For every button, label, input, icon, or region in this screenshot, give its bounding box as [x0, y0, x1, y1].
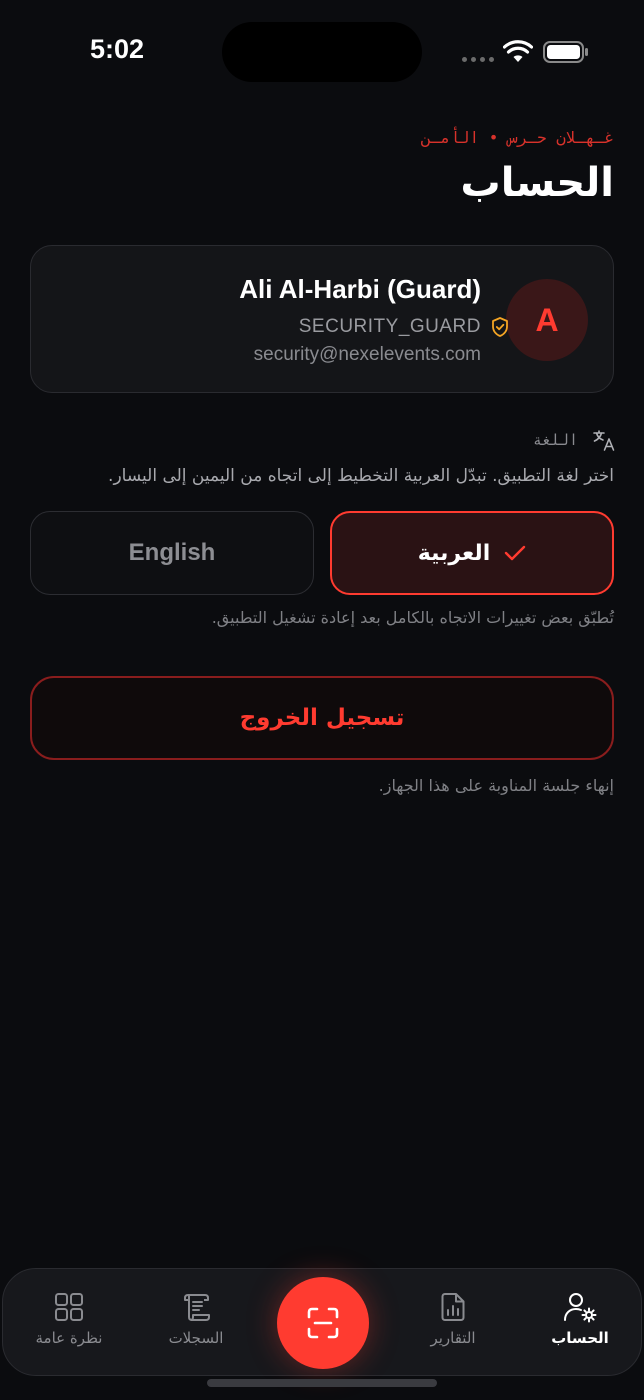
- tab-logs-label: السجلات: [168, 1329, 224, 1347]
- user-settings-icon: [564, 1293, 597, 1323]
- tab-logs[interactable]: السجلات: [136, 1291, 256, 1347]
- logout-note: إنهاء جلسة المناوبة على هذا الجهاز.: [378, 776, 614, 795]
- scan-button[interactable]: [277, 1277, 369, 1369]
- profile-name: Ali Al-Harbi (Guard): [239, 274, 481, 304]
- tab-reports[interactable]: التقارير: [393, 1291, 513, 1347]
- language-option-english-label: English: [128, 539, 216, 566]
- battery-icon: [543, 41, 588, 63]
- tab-overview-label: نظرة عامة: [35, 1329, 103, 1347]
- scroll-icon: [184, 1294, 210, 1321]
- page-subtitle: غـهـلان حـرس • الأمـن: [421, 128, 614, 147]
- tab-account-label: الحساب: [551, 1329, 609, 1347]
- language-description: اختر لغة التطبيق. تبدّل العربية التخطيط …: [108, 466, 614, 486]
- avatar: A: [506, 279, 588, 361]
- tab-reports-label: التقارير: [430, 1329, 476, 1347]
- logout-button[interactable]: تسجيل الخروج: [30, 676, 614, 760]
- language-section-header: اللغة: [533, 428, 616, 452]
- language-option-english[interactable]: English: [30, 511, 314, 595]
- bottom-tab-bar: نظرة عامة السجلات التقارير الحساب: [2, 1268, 642, 1376]
- scan-icon: [307, 1307, 339, 1339]
- dynamic-island: [222, 22, 422, 82]
- clock: 5:02: [90, 34, 145, 64]
- tab-overview[interactable]: نظرة عامة: [9, 1291, 129, 1347]
- profile-role-row: SECURITY_GUARD: [299, 316, 509, 338]
- profile-card: A Ali Al-Harbi (Guard) SECURITY_GUARD se…: [30, 245, 614, 393]
- language-section-label: اللغة: [532, 431, 578, 449]
- shield-check-icon: [492, 317, 508, 337]
- page-title: الحساب: [460, 160, 614, 206]
- language-option-arabic-label: العربية: [417, 540, 491, 566]
- profile-email: security@nexelevents.com: [253, 344, 481, 365]
- home-indicator: [207, 1379, 437, 1387]
- report-chart-icon: [441, 1293, 465, 1321]
- grid-icon: [55, 1293, 83, 1321]
- language-option-arabic[interactable]: العربية: [330, 511, 614, 595]
- checkmark-icon: [505, 545, 526, 561]
- restart-note: تُطبّق بعض تغييرات الاتجاه بالكامل بعد إ…: [211, 608, 614, 627]
- profile-role: SECURITY_GUARD: [298, 316, 481, 337]
- tab-account[interactable]: الحساب: [520, 1291, 640, 1347]
- cellular-signal-icon: [462, 57, 494, 62]
- status-bar: 5:02: [0, 0, 644, 100]
- translate-icon: [593, 430, 615, 451]
- wifi-icon: [503, 40, 533, 62]
